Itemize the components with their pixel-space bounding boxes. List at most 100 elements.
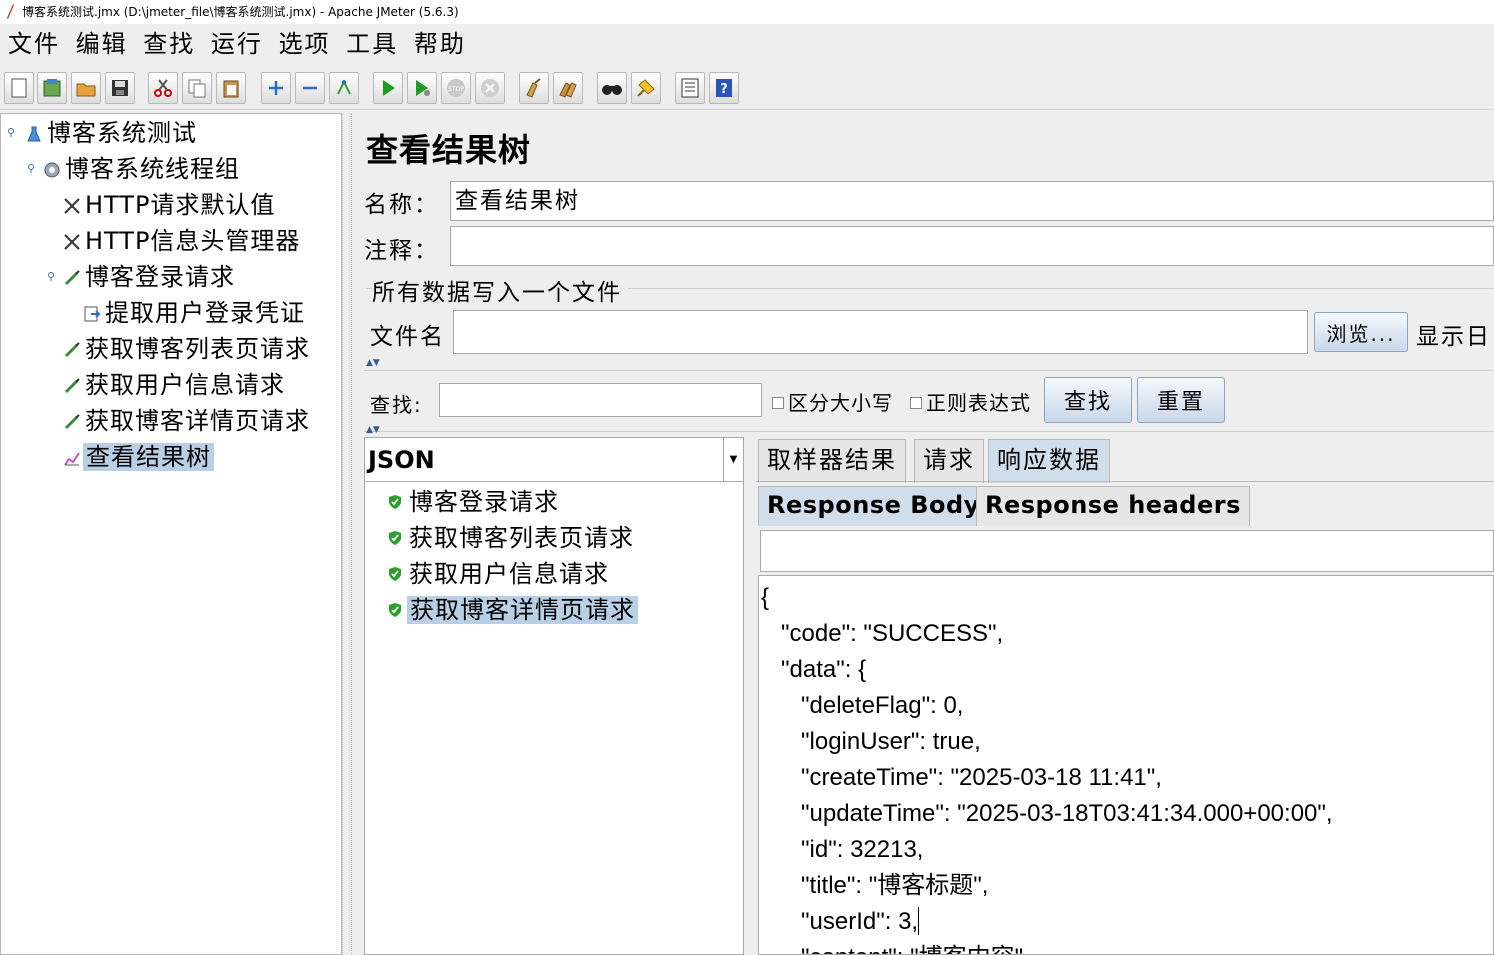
tab-response-headers[interactable]: Response headers [976,486,1250,526]
code-line: "title": "博客标题", [761,872,989,899]
sample-result-list: JSON ▼ 博客登录请求 获取博客列表页请求 获取用户信息请求 获取博客详情页… [364,437,744,955]
new-button[interactable] [4,72,34,104]
tree-item-blog-detail-request[interactable]: 获取博客详情页请求 [63,404,310,438]
code-line: "updateTime": "2025-03-18T03:41:34.000+0… [761,800,1333,827]
test-plan-tree: ⚲ 博客系统测试 ⚲ 博客系统线程组 HTTP请求默认值 HTTP信息头管理器 … [0,113,342,955]
menu-file[interactable]: 文件 [8,24,60,64]
checkbox-box [910,397,922,409]
templates-button[interactable] [37,72,67,104]
result-item[interactable]: 获取博客列表页请求 [385,520,634,556]
paste-button[interactable] [216,72,246,104]
tree-item-login-request[interactable]: 博客登录请求 [63,260,235,294]
tab-response-body[interactable]: Response Body [758,486,989,526]
tree-item-label: 获取博客列表页请求 [85,335,310,363]
save-icon [112,80,128,96]
copy-button[interactable] [182,72,212,104]
display-log-label: 显示日 [1416,324,1491,350]
comment-field[interactable] [450,226,1494,266]
code-line: "deleteFlag": 0, [761,692,964,719]
menu-options[interactable]: 选项 [279,24,331,64]
tree-toggle-icon[interactable]: ⚲ [47,270,55,283]
tab-request[interactable]: 请求 [914,439,984,483]
start-icon [383,80,395,96]
shutdown-icon [481,79,499,97]
sampler-pipette-icon [64,414,80,430]
response-search-field[interactable] [760,530,1494,572]
save-button[interactable] [105,72,135,104]
regex-checkbox[interactable]: 正则表达式 [910,387,1031,416]
response-body[interactable]: { "code": "SUCCESS", "data": { "deleteFl… [758,575,1494,955]
window-title: 博客系统测试.jmx (D:\jmeter_file\博客系统测试.jmx) -… [22,5,459,19]
tree-item-header-manager[interactable]: HTTP信息头管理器 [63,224,300,258]
pane-splitter[interactable] [342,113,352,955]
tree-item-extractor[interactable]: 提取用户登录凭证 [83,296,305,330]
tree-item-blog-list-request[interactable]: 获取博客列表页请求 [63,332,310,366]
extractor-icon [84,306,101,322]
comment-label: 注释： [364,238,439,264]
tree-item-http-defaults[interactable]: HTTP请求默认值 [63,188,275,222]
search-button[interactable] [597,72,627,104]
menu-help[interactable]: 帮助 [414,24,466,64]
checkbox-box [772,397,784,409]
result-item-selected[interactable]: 获取博客详情页请求 [385,592,638,628]
tree-item-label: HTTP信息头管理器 [85,227,301,255]
menu-tools[interactable]: 工具 [346,24,398,64]
tree-item-view-results-tree[interactable]: 查看结果树 [63,440,214,474]
code-line: "content": "博客内容", [761,940,1030,954]
stop-icon-text: STOP [448,86,464,93]
search-bar: 查找: 区分大小写 正则表达式 查找 重置 [364,370,1494,432]
tree-toggle-icon[interactable]: ⚲ [27,162,35,175]
result-label: 获取博客详情页请求 [407,596,638,624]
copy-icon [188,79,206,98]
help-button[interactable]: ? [709,72,739,104]
browse-button[interactable]: 浏览... [1314,312,1408,352]
reset-button[interactable]: 重置 [1137,377,1225,423]
collapse-all-button[interactable] [295,72,325,104]
config-tools-icon [64,198,80,214]
listener-graph-icon [64,452,80,466]
renderer-select[interactable]: JSON ▼ [365,438,743,482]
templates-icon [43,79,61,97]
case-sensitive-checkbox[interactable]: 区分大小写 [772,387,893,416]
clear-button[interactable] [519,72,549,104]
shutdown-button[interactable] [475,72,505,104]
tree-toggle-icon[interactable]: ⚲ [7,126,15,139]
split-arrows-icon[interactable]: ▲▼ [366,426,380,435]
menu-run[interactable]: 运行 [211,24,263,64]
split-arrows-icon[interactable]: ▲▼ [366,359,380,368]
start-button[interactable] [373,72,403,104]
open-button[interactable] [71,72,101,104]
tree-item-label: 博客系统测试 [47,119,197,147]
tab-sampler-result[interactable]: 取样器结果 [758,439,906,483]
result-item[interactable]: 获取用户信息请求 [385,556,609,592]
find-button[interactable]: 查找 [1044,377,1132,423]
clear-all-button[interactable] [553,72,583,104]
menu-search[interactable]: 查找 [143,24,195,64]
tab-response-data[interactable]: 响应数据 [988,439,1110,483]
toggle-button[interactable] [329,72,359,104]
tree-item-thread-group[interactable]: 博客系统线程组 [43,152,240,186]
text-caret [918,907,920,935]
stop-button[interactable]: STOP [441,72,471,104]
function-helper-icon [681,78,699,98]
reset-search-button[interactable] [631,72,661,104]
tree-item-user-info-request[interactable]: 获取用户信息请求 [63,368,285,402]
start-no-pauses-button[interactable] [407,72,437,104]
search-input[interactable] [439,383,762,417]
cut-button[interactable] [148,72,178,104]
filename-field[interactable] [453,310,1308,354]
chevron-down-icon[interactable]: ▼ [723,438,743,482]
result-splitter[interactable] [744,437,756,955]
sampler-pipette-icon [64,270,80,286]
function-helper-button[interactable] [675,72,705,104]
menu-edit[interactable]: 编辑 [76,24,128,64]
code-line: "data": { [761,656,867,683]
expand-all-button[interactable] [261,72,291,104]
tree-item-label: 查看结果树 [83,443,214,471]
tree-item-test-plan[interactable]: 博客系统测试 [25,116,197,150]
help-icon: ? [716,79,732,97]
collapse-icon [303,86,317,90]
svg-text:?: ? [720,82,728,97]
name-field[interactable]: 查看结果树 [450,181,1494,221]
result-item[interactable]: 博客登录请求 [385,484,559,520]
